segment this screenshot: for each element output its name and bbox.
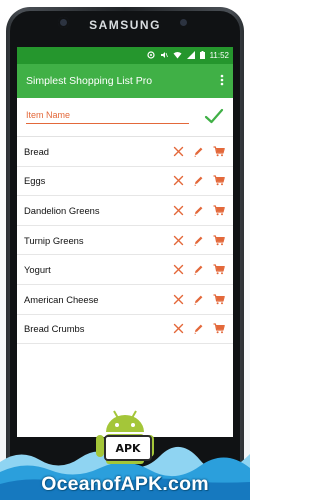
list-item[interactable]: Eggs (17, 167, 233, 197)
cart-item-button[interactable] (212, 322, 225, 335)
close-icon (173, 176, 184, 186)
cart-icon (213, 294, 225, 305)
mute-icon (160, 51, 168, 61)
list-item[interactable]: Turnip Greens (17, 226, 233, 256)
sync-icon (146, 50, 155, 61)
edit-item-button[interactable] (192, 322, 205, 335)
cart-item-button[interactable] (212, 204, 225, 217)
list-item-label: Dandelion Greens (24, 204, 100, 216)
delete-item-button[interactable] (172, 174, 185, 187)
cart-icon (213, 234, 225, 245)
close-icon (173, 146, 184, 156)
cart-item-button[interactable] (212, 234, 225, 247)
edit-item-button[interactable] (192, 263, 205, 276)
overflow-menu-icon[interactable] (217, 74, 227, 88)
pencil-icon (194, 324, 203, 334)
status-time: 11:52 (209, 51, 229, 60)
list-item[interactable]: Bread (17, 137, 233, 167)
list-item[interactable]: American Cheese (17, 285, 233, 315)
pencil-icon (194, 206, 203, 216)
phone-screen: 11:52 Simplest Shopping List Pro Bread Eg… (17, 47, 233, 437)
watermark-text: OceanofAPK.com (41, 473, 209, 495)
close-icon (173, 264, 184, 275)
device-brand: SAMSUNG (89, 18, 161, 32)
cart-icon (213, 323, 225, 334)
add-item-button[interactable] (204, 107, 224, 125)
pencil-icon (194, 176, 203, 186)
close-icon (173, 205, 184, 216)
list-item-label: Bread Crumbs (24, 323, 85, 335)
cart-item-button[interactable] (212, 174, 225, 187)
wifi-icon (173, 51, 182, 61)
list-item[interactable]: Bread Crumbs (17, 315, 233, 345)
edit-item-button[interactable] (192, 204, 205, 217)
status-bar: 11:52 (17, 47, 233, 64)
list-item-label: Yogurt (24, 264, 51, 276)
shopping-list: Bread Eggs Dandelion Greens Turnip Greens Yo… (17, 137, 233, 345)
list-item-label: American Cheese (24, 293, 99, 305)
delete-item-button[interactable] (172, 322, 185, 335)
close-icon (173, 235, 184, 245)
cart-item-button[interactable] (212, 145, 225, 158)
app-bar: Simplest Shopping List Pro (17, 64, 233, 98)
cart-item-button[interactable] (212, 263, 225, 276)
delete-item-button[interactable] (172, 145, 185, 158)
list-item-label: Eggs (24, 175, 46, 187)
pencil-icon (194, 236, 203, 246)
edit-item-button[interactable] (192, 145, 205, 158)
edit-item-button[interactable] (192, 234, 205, 247)
list-item[interactable]: Yogurt (17, 255, 233, 285)
stage: SAMSUNG 11:52 Simplest Shopping List Pro (0, 0, 250, 500)
cart-icon (213, 205, 225, 216)
signal-icon (186, 50, 195, 61)
add-item-row (17, 98, 233, 137)
delete-item-button[interactable] (172, 234, 185, 247)
delete-item-button[interactable] (172, 293, 185, 306)
pencil-icon (194, 147, 203, 157)
list-item-label: Turnip Greens (24, 234, 84, 246)
edit-item-button[interactable] (192, 293, 205, 306)
delete-item-button[interactable] (172, 204, 185, 217)
cart-item-button[interactable] (212, 293, 225, 306)
close-icon (173, 324, 184, 334)
pencil-icon (194, 265, 203, 275)
close-icon (173, 294, 184, 304)
item-name-input[interactable] (26, 107, 189, 124)
app-title: Simplest Shopping List Pro (26, 75, 153, 87)
cart-icon (213, 175, 225, 186)
cart-icon (213, 264, 225, 275)
cart-icon (213, 146, 225, 157)
pencil-icon (194, 295, 203, 305)
list-item[interactable]: Dandelion Greens (17, 196, 233, 226)
apk-badge: APK (104, 435, 152, 461)
edit-item-button[interactable] (192, 174, 205, 187)
delete-item-button[interactable] (172, 263, 185, 276)
check-icon (204, 108, 224, 124)
battery-icon (199, 50, 205, 61)
list-item-label: Bread (24, 145, 50, 157)
